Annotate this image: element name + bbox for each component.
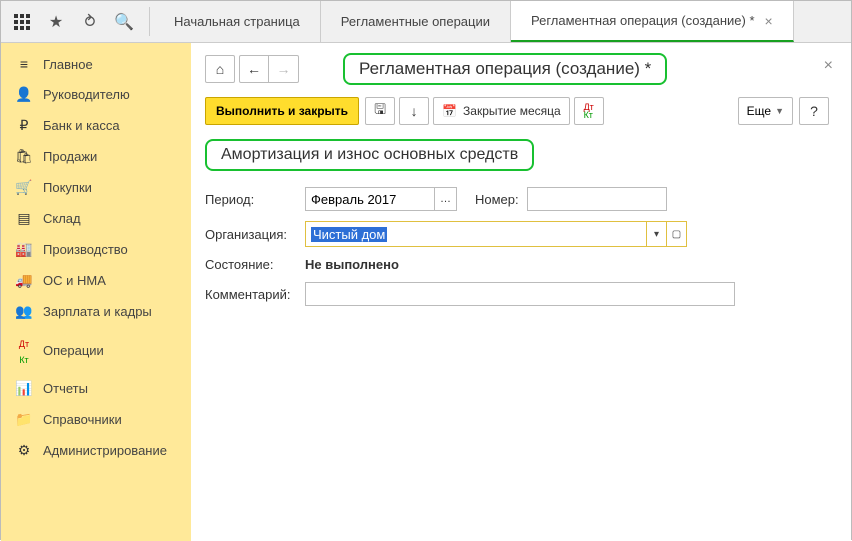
tab-label: Регламентная операция (создание) * (531, 13, 755, 28)
sidebar-item-sales[interactable]: 🛍 Продажи (1, 141, 191, 172)
sidebar: ≡ Главное 👤 Руководителю ₽ Банк и касса 🛍 Пр… (1, 43, 191, 541)
close-month-label: Закрытие месяца (463, 104, 561, 118)
down-button[interactable]: ↓ (399, 97, 429, 125)
more-label: Еще (747, 104, 771, 118)
tab-scheduled-ops[interactable]: Регламентные операции (321, 1, 511, 42)
sidebar-item-os-nma[interactable]: 🚚 ОС и НМА (1, 265, 191, 296)
chart-icon: 📊 (15, 380, 33, 397)
more-button[interactable]: Еще ▼ (738, 97, 793, 125)
star-icon[interactable]: ★ (41, 7, 71, 37)
org-value: Чистый дом (311, 227, 387, 242)
sales-icon: 🛍 (15, 148, 33, 165)
header-row: ⌂ ← → Регламентная операция (создание) * (205, 53, 833, 85)
chevron-down-icon: ▼ (775, 106, 784, 116)
org-dropdown-button[interactable]: ▾ (646, 222, 666, 246)
menu-icon: ≡ (15, 56, 33, 72)
apps-icon[interactable] (7, 7, 37, 37)
execute-close-button[interactable]: Выполнить и закрыть (205, 97, 359, 125)
sidebar-item-operations[interactable]: ДтКт Операции (1, 327, 191, 373)
period-label: Период: (205, 192, 305, 207)
tab-strip: Начальная страница Регламентные операции… (154, 1, 851, 42)
comment-label: Комментарий: (205, 287, 305, 302)
sidebar-item-manager[interactable]: 👤 Руководителю (1, 79, 191, 110)
sidebar-item-label: Главное (43, 57, 93, 72)
state-row: Состояние: Не выполнено (205, 257, 833, 272)
sidebar-item-label: Операции (43, 343, 104, 358)
sidebar-item-label: Банк и касса (43, 118, 120, 133)
sidebar-item-purchases[interactable]: 🛒 Покупки (1, 172, 191, 203)
comment-input[interactable] (305, 282, 735, 306)
sidebar-item-label: Склад (43, 211, 81, 226)
org-row: Организация: Чистый дом ▾ ▢ (205, 221, 833, 247)
period-input[interactable] (305, 187, 435, 211)
dtkt-icon: ДтКт (15, 334, 33, 366)
tab-label: Начальная страница (174, 14, 300, 29)
number-input[interactable] (527, 187, 667, 211)
tab-home[interactable]: Начальная страница (154, 1, 321, 42)
cart-icon: 🛒 (15, 179, 33, 196)
folder-icon: 📁 (15, 411, 33, 428)
save-button[interactable]: 🖫 (365, 97, 395, 125)
org-input[interactable]: Чистый дом (306, 222, 646, 246)
toolbar: Выполнить и закрыть 🖫 ↓ 📅 Закрытие месяц… (205, 97, 833, 125)
sidebar-item-production[interactable]: 🏭 Производство (1, 234, 191, 265)
main-area: ≡ Главное 👤 Руководителю ₽ Банк и касса 🛍 Пр… (1, 43, 851, 541)
state-label: Состояние: (205, 257, 305, 272)
period-row: Период: … Номер: (205, 187, 833, 211)
sidebar-item-main[interactable]: ≡ Главное (1, 49, 191, 79)
bank-icon: ₽ (15, 117, 33, 134)
sidebar-item-label: Производство (43, 242, 128, 257)
calendar-icon: 📅 (442, 104, 457, 118)
close-icon[interactable]: × (765, 13, 773, 29)
dtkt-button[interactable]: ДтКт (574, 97, 604, 125)
topbar-separator (149, 7, 150, 36)
sidebar-item-label: Зарплата и кадры (43, 304, 152, 319)
close-month-button[interactable]: 📅 Закрытие месяца (433, 97, 570, 125)
sidebar-item-label: Администрирование (43, 443, 167, 458)
topbar-icon-group: ★ ⥁ 🔍 (1, 1, 145, 42)
sidebar-item-bank[interactable]: ₽ Банк и касса (1, 110, 191, 141)
sidebar-item-admin[interactable]: ⚙ Администрирование (1, 435, 191, 466)
number-label: Номер: (475, 192, 519, 207)
sidebar-item-label: Руководителю (43, 87, 130, 102)
content: × ⌂ ← → Регламентная операция (создание)… (191, 43, 851, 541)
forward-button[interactable]: → (269, 55, 299, 83)
tab-label: Регламентные операции (341, 14, 490, 29)
home-button[interactable]: ⌂ (205, 55, 235, 83)
history-icon[interactable]: ⥁ (75, 7, 105, 37)
gear-icon: ⚙ (15, 442, 33, 459)
topbar: ★ ⥁ 🔍 Начальная страница Регламентные оп… (1, 1, 851, 43)
help-button[interactable]: ? (799, 97, 829, 125)
tab-scheduled-op-create[interactable]: Регламентная операция (создание) * × (511, 1, 794, 42)
state-value: Не выполнено (305, 257, 399, 272)
panel-close-icon[interactable]: × (824, 57, 833, 75)
org-label: Организация: (205, 227, 305, 242)
sidebar-item-warehouse[interactable]: ▤ Склад (1, 203, 191, 234)
sidebar-item-reports[interactable]: 📊 Отчеты (1, 373, 191, 404)
sidebar-item-label: ОС и НМА (43, 273, 106, 288)
people-icon: 👥 (15, 303, 33, 320)
manager-icon: 👤 (15, 86, 33, 103)
sidebar-item-label: Покупки (43, 180, 92, 195)
operation-subtitle: Амортизация и износ основных средств (205, 139, 534, 171)
sidebar-item-label: Продажи (43, 149, 97, 164)
nav-buttons: ← → (239, 55, 303, 83)
org-field[interactable]: Чистый дом ▾ ▢ (305, 221, 687, 247)
production-icon: 🏭 (15, 241, 33, 258)
warehouse-icon: ▤ (15, 210, 33, 227)
truck-icon: 🚚 (15, 272, 33, 289)
sidebar-item-salary[interactable]: 👥 Зарплата и кадры (1, 296, 191, 327)
sidebar-item-label: Отчеты (43, 381, 88, 396)
org-open-button[interactable]: ▢ (666, 222, 686, 246)
period-picker-button[interactable]: … (435, 187, 457, 211)
page-title: Регламентная операция (создание) * (343, 53, 667, 85)
sidebar-item-label: Справочники (43, 412, 122, 427)
comment-row: Комментарий: (205, 282, 833, 306)
search-icon[interactable]: 🔍 (109, 7, 139, 37)
back-button[interactable]: ← (239, 55, 269, 83)
sidebar-item-references[interactable]: 📁 Справочники (1, 404, 191, 435)
